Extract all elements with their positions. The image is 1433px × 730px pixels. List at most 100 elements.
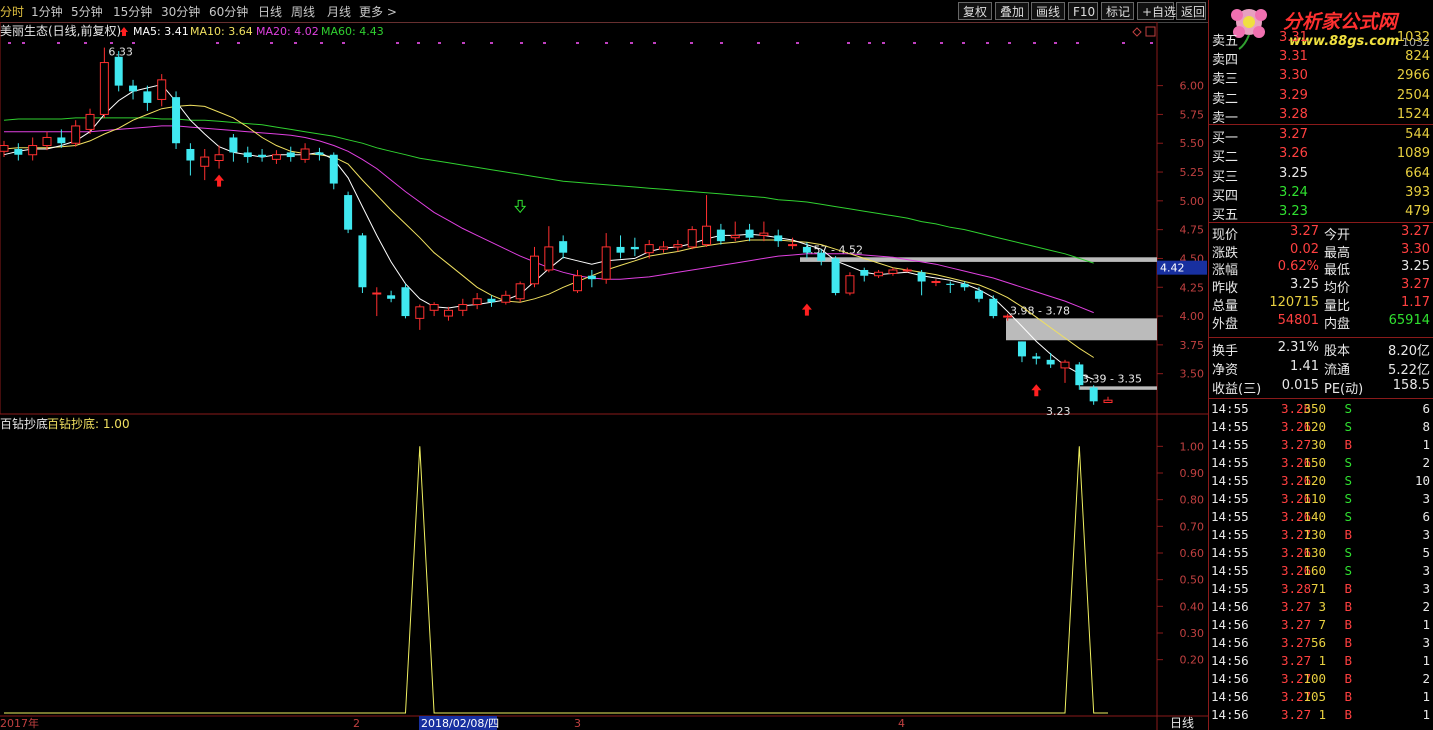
- price-tick-label-2: 5.50: [1180, 137, 1205, 150]
- tick-side: S: [1344, 509, 1352, 524]
- candle-body-down: [989, 298, 998, 317]
- toolbar-button-5[interactable]: +自选: [1137, 2, 1176, 20]
- candle-body-down: [358, 235, 367, 288]
- candle-body-down: [243, 152, 252, 158]
- toolbar-button-3[interactable]: F10: [1068, 2, 1098, 20]
- candle-body-up: [788, 244, 798, 247]
- marker-dot: [690, 42, 693, 44]
- maximize-icon[interactable]: [1145, 26, 1156, 37]
- period-tab-2[interactable]: 5分钟: [71, 3, 103, 20]
- candle-body-down: [1032, 356, 1041, 359]
- period-tab-3[interactable]: 15分钟: [113, 3, 152, 20]
- tick-row-16: 14:56 3.27 105 B 1: [1209, 688, 1433, 706]
- tick-price: 3.27: [1281, 437, 1312, 452]
- tick-side: B: [1344, 437, 1352, 452]
- marker-dot: [913, 42, 916, 44]
- marker-dot: [417, 42, 420, 44]
- tick-count: 3: [1422, 491, 1430, 506]
- toolbar-button-2[interactable]: 画线: [1031, 2, 1065, 20]
- candle-body-up: [888, 269, 898, 274]
- tick-volume: 71: [1310, 581, 1326, 596]
- tick-count: 1: [1422, 707, 1430, 722]
- tick-time: 14:55: [1211, 401, 1249, 416]
- stat-value: 0.015: [1281, 378, 1319, 393]
- tick-count: 1: [1422, 689, 1430, 704]
- marker-dot: [438, 42, 441, 44]
- candle-body-down: [559, 241, 568, 253]
- tick-row-14: 14:56 3.27 1 B 1: [1209, 652, 1433, 670]
- tick-count: 3: [1422, 581, 1430, 596]
- marker-dot: [110, 42, 113, 44]
- tick-time: 14:55: [1211, 563, 1249, 578]
- quote-value: 0.62%: [1277, 259, 1319, 275]
- candle-body-up: [200, 156, 210, 167]
- ma5-legend: MA5: 3.41: [133, 25, 189, 38]
- candle-body-down: [974, 290, 983, 299]
- candle-body-up: [0, 145, 9, 152]
- buy-volume: 479: [1405, 204, 1430, 220]
- sell-volume: 2504: [1396, 87, 1430, 103]
- stat-label: 净资: [1212, 363, 1239, 378]
- tick-row-0: 14:55 3.26 350 S 6: [1209, 400, 1433, 418]
- candle-body-down: [315, 152, 324, 155]
- tick-price: 3.27: [1281, 635, 1312, 650]
- tick-side: S: [1344, 491, 1352, 506]
- chart-area[interactable]: 6.005.755.505.255.004.754.504.254.003.75…: [0, 22, 1208, 730]
- marker-dot: [8, 42, 11, 44]
- tick-row-15: 14:56 3.27 100 B 2: [1209, 670, 1433, 688]
- period-tab-5[interactable]: 60分钟: [209, 3, 248, 20]
- quote-value: 0.02: [1290, 241, 1319, 257]
- diamond-icon[interactable]: [1132, 27, 1142, 37]
- marker-dot: [1122, 42, 1125, 44]
- period-tab-0[interactable]: 分时: [0, 3, 24, 20]
- marker-dot: [396, 42, 399, 44]
- tick-row-8: 14:55 3.26 130 S 5: [1209, 544, 1433, 562]
- marker-dot: [940, 42, 943, 44]
- quote-value: 1.17: [1401, 294, 1430, 310]
- buy-arrow-icon: [1031, 384, 1042, 397]
- marker-dot: [605, 42, 608, 44]
- candle-body-up: [214, 154, 224, 162]
- quote-value: 54801: [1277, 312, 1319, 328]
- time-label-3: 3: [574, 717, 581, 730]
- toolbar-button-0[interactable]: 复权: [958, 2, 992, 20]
- tick-side: S: [1344, 455, 1352, 470]
- candle-body-up: [544, 246, 554, 271]
- candle-body-up: [759, 232, 769, 236]
- period-tab-1[interactable]: 1分钟: [31, 3, 63, 20]
- period-tab-6[interactable]: 日线: [258, 3, 282, 20]
- tick-time: 14:55: [1211, 473, 1249, 488]
- tick-price: 3.28: [1281, 581, 1312, 596]
- candle-body-up: [99, 62, 109, 115]
- period-tab-4[interactable]: 30分钟: [161, 3, 200, 20]
- top-toolbar: 分时 1分钟 5分钟 15分钟 30分钟 60分钟 日线 周线 月线 更多 > 复权 叠加 画线 F10 标…: [0, 0, 1208, 23]
- candle-body-up: [271, 154, 281, 160]
- tick-time: 14:55: [1211, 455, 1249, 470]
- period-tab-8[interactable]: 月线: [327, 3, 351, 20]
- tick-volume: 160: [1303, 563, 1326, 578]
- sell-row-3: 卖二 3.29 2504: [1209, 87, 1433, 107]
- stat-label: PE(动): [1324, 382, 1364, 397]
- quote-row-1: 涨跌 0.02 最高 3.30: [1209, 241, 1433, 261]
- tick-volume: 110: [1303, 491, 1326, 506]
- toolbar-button-1[interactable]: 叠加: [995, 2, 1029, 20]
- toolbar-button-4[interactable]: 标记: [1101, 2, 1134, 20]
- candle-body-up: [85, 113, 95, 130]
- sell-price: 3.31: [1279, 49, 1308, 65]
- tick-time: 14:55: [1211, 581, 1249, 596]
- candle-body-down: [630, 246, 639, 250]
- period-tab-9[interactable]: 更多 >: [359, 3, 397, 20]
- candle-body-down: [774, 235, 783, 242]
- buy-volume: 664: [1405, 165, 1430, 181]
- toolbar-button-6[interactable]: 返回: [1176, 2, 1206, 20]
- high-price-label: 6.33: [108, 46, 133, 59]
- stat-row-0: 换手 2.31% 股本 8.20亿: [1209, 339, 1433, 359]
- indicator-tick-label-1: 0.90: [1180, 467, 1205, 480]
- tick-count: 1: [1422, 617, 1430, 632]
- candle-body-up: [673, 244, 683, 248]
- quote-value: 3.30: [1401, 241, 1430, 257]
- candle-body-down: [487, 298, 496, 303]
- marker-dot: [1076, 42, 1079, 44]
- period-tab-7[interactable]: 周线: [291, 3, 315, 20]
- marker-dot: [653, 42, 656, 44]
